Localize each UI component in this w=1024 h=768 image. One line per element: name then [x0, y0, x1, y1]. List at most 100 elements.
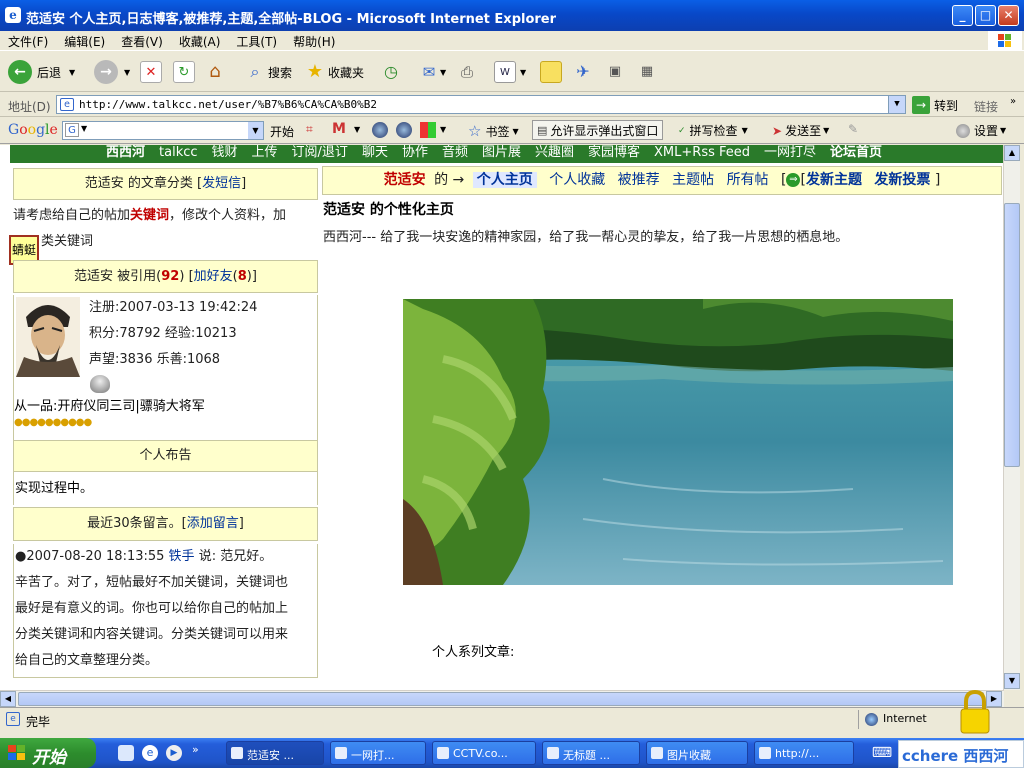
nav-chat[interactable]: 聊天: [362, 145, 388, 160]
spellcheck-button[interactable]: ✓ 拼写检查 ▼: [678, 122, 748, 139]
nav-gallery[interactable]: 图片展: [482, 145, 521, 160]
task-pictures[interactable]: 图片收藏: [646, 741, 748, 765]
refresh-button[interactable]: ↻: [173, 58, 195, 86]
pencil-icon[interactable]: ✎: [848, 122, 858, 136]
mail-button[interactable]: ✉ ▼: [418, 58, 446, 86]
tab-favorites[interactable]: 个人收藏: [549, 172, 605, 188]
task-cctv[interactable]: CCTV.co...: [432, 741, 536, 765]
scroll-down-button[interactable]: ▼: [1004, 673, 1020, 689]
popup-blocker-button[interactable]: ▤ 允许显示弹出式窗口: [532, 120, 664, 140]
keyword-link[interactable]: 关键词: [130, 208, 169, 223]
nav-talkcc[interactable]: talkcc: [159, 145, 198, 160]
menu-file[interactable]: 文件(F): [0, 31, 56, 50]
links-label[interactable]: 链接: [974, 98, 998, 115]
new-vote-link[interactable]: 发新投票: [874, 172, 930, 188]
add-message-link[interactable]: 添加留言: [187, 516, 239, 531]
chevron-down-icon[interactable]: ▼: [888, 96, 905, 113]
globe-icon[interactable]: [372, 122, 388, 138]
nav-rss[interactable]: XML+Rss Feed: [654, 145, 750, 160]
nav-collab[interactable]: 协作: [402, 145, 428, 160]
go-button[interactable]: → 转到: [912, 96, 958, 114]
nav-forum-home[interactable]: 论坛首页: [830, 145, 882, 160]
settings-button[interactable]: 设置 ▼: [956, 122, 1006, 139]
user-name-link[interactable]: 范适安: [384, 172, 426, 188]
history-button[interactable]: ◷: [380, 58, 402, 86]
media-button[interactable]: ▦: [636, 58, 658, 86]
tab-recommended[interactable]: 被推荐: [618, 172, 660, 188]
task-yiwang[interactable]: 一网打...: [330, 741, 426, 765]
vertical-scrollbar[interactable]: ▲ ▼: [1003, 145, 1020, 690]
tab-all-posts[interactable]: 所有帖: [727, 172, 769, 188]
sendto-button[interactable]: ➤ 发送至 ▼: [772, 122, 829, 139]
messenger-button[interactable]: ✈: [572, 58, 594, 86]
nav-blog[interactable]: 家园博客: [588, 145, 640, 160]
nav-xixihe[interactable]: 西西河: [106, 145, 145, 160]
forward-button[interactable]: → ▼: [94, 58, 130, 86]
task-fanshian[interactable]: 范适安 ...: [226, 741, 324, 765]
chevron-down-icon: ▼: [69, 67, 76, 77]
close-button[interactable]: ✕: [998, 5, 1019, 26]
keyboard-icon[interactable]: ⌨: [868, 741, 896, 765]
stop-button[interactable]: ✕: [140, 58, 162, 86]
task-untitled[interactable]: 无标题 ...: [542, 741, 640, 765]
back-button[interactable]: ← 后退 ▼: [8, 58, 75, 86]
quicklaunch-ie-icon[interactable]: e: [142, 745, 158, 761]
apps-icon[interactable]: [420, 122, 436, 138]
menu-tools[interactable]: 工具(T): [228, 31, 285, 50]
maximize-button[interactable]: □: [975, 5, 996, 26]
nav-money[interactable]: 钱财: [212, 145, 238, 160]
menu-help[interactable]: 帮助(H): [285, 31, 343, 50]
note-icon: [540, 61, 562, 83]
task-http[interactable]: http://...: [754, 741, 854, 765]
scroll-up-button[interactable]: ▲: [1004, 145, 1020, 161]
chevron-right-icon[interactable]: »: [1010, 96, 1016, 107]
home-button[interactable]: ⌂: [204, 58, 226, 86]
tabs-header: 范适安 的 → 个人主页 个人收藏 被推荐 主题帖 所有帖 [⇒ [发新主题 发新…: [322, 166, 1002, 195]
menu-favorites[interactable]: 收藏(A): [171, 31, 229, 50]
tab-home[interactable]: 个人主页: [472, 172, 537, 188]
address-label: 地址(D): [8, 100, 51, 114]
send-message-link[interactable]: 发短信: [202, 176, 241, 191]
gbar-tools-icon[interactable]: ⌗: [306, 122, 313, 137]
chevron-right-icon[interactable]: »: [192, 743, 199, 756]
quicklaunch-desktop-icon[interactable]: [118, 745, 134, 761]
edit-button[interactable]: W ▼: [494, 58, 526, 86]
minimize-button[interactable]: _: [952, 5, 973, 26]
horizontal-scrollbar[interactable]: ◀ ▶: [0, 690, 1004, 707]
search-button[interactable]: ⌕ 搜索: [244, 58, 293, 86]
bookmarks-button[interactable]: ☆ 书签 ▼: [468, 122, 519, 140]
favorites-button[interactable]: ★ 收藏夹: [304, 58, 364, 86]
tab-topics[interactable]: 主题帖: [672, 172, 714, 188]
discuss-button[interactable]: [540, 58, 562, 86]
ime-indicator[interactable]: cchere 西西河: [898, 740, 1024, 768]
go-arrow-icon: →: [912, 96, 930, 114]
research-icon: ▣: [608, 64, 622, 79]
nav-audio[interactable]: 音频: [442, 145, 468, 160]
menu-edit[interactable]: 编辑(E): [56, 31, 113, 50]
google-search-input[interactable]: G ▼ ▼: [62, 121, 264, 140]
menu-view[interactable]: 查看(V): [113, 31, 171, 50]
new-topic-link[interactable]: 发新主题: [806, 172, 862, 188]
avatar[interactable]: [16, 297, 80, 377]
intro-text: 西西河--- 给了我一块安逸的精神家园，给了我一帮心灵的挚友，给了我一片思想的栖…: [323, 230, 849, 245]
print-button[interactable]: ⎙: [456, 58, 478, 86]
address-input[interactable]: e http://www.talkcc.net/user/%B7%B6%CA%C…: [56, 95, 906, 114]
nav-upload[interactable]: 上传: [252, 145, 278, 160]
hscroll-thumb[interactable]: [18, 692, 984, 706]
message-user-link[interactable]: 铁手: [169, 549, 195, 564]
gmail-icon[interactable]: M: [332, 121, 346, 137]
scroll-left-button[interactable]: ◀: [0, 691, 16, 707]
chevron-down-icon[interactable]: ▼: [248, 122, 263, 139]
nav-interest[interactable]: 兴趣圈: [535, 145, 574, 160]
start-button[interactable]: 开始: [0, 738, 96, 768]
research-button[interactable]: ▣: [604, 58, 626, 86]
globe-icon[interactable]: [396, 122, 412, 138]
nav-all[interactable]: 一网打尽: [764, 145, 816, 160]
nav-subscribe[interactable]: 订阅/退订: [292, 145, 348, 160]
google-search-button[interactable]: 开始: [270, 123, 294, 140]
add-friend-link[interactable]: 加好友: [194, 269, 233, 284]
taskbar: 开始 e ▶ » 范适安 ... 一网打... CCTV.co... 无标题 .…: [0, 738, 1024, 768]
scroll-thumb[interactable]: [1004, 203, 1020, 467]
quicklaunch-media-icon[interactable]: ▶: [166, 745, 182, 761]
toolbar: ← 后退 ▼ → ▼ ✕ ↻ ⌂ ⌕ 搜索 ★ 收藏夹 ◷ ✉ ▼ ⎙ W ▼ ✈ …: [0, 52, 1024, 92]
